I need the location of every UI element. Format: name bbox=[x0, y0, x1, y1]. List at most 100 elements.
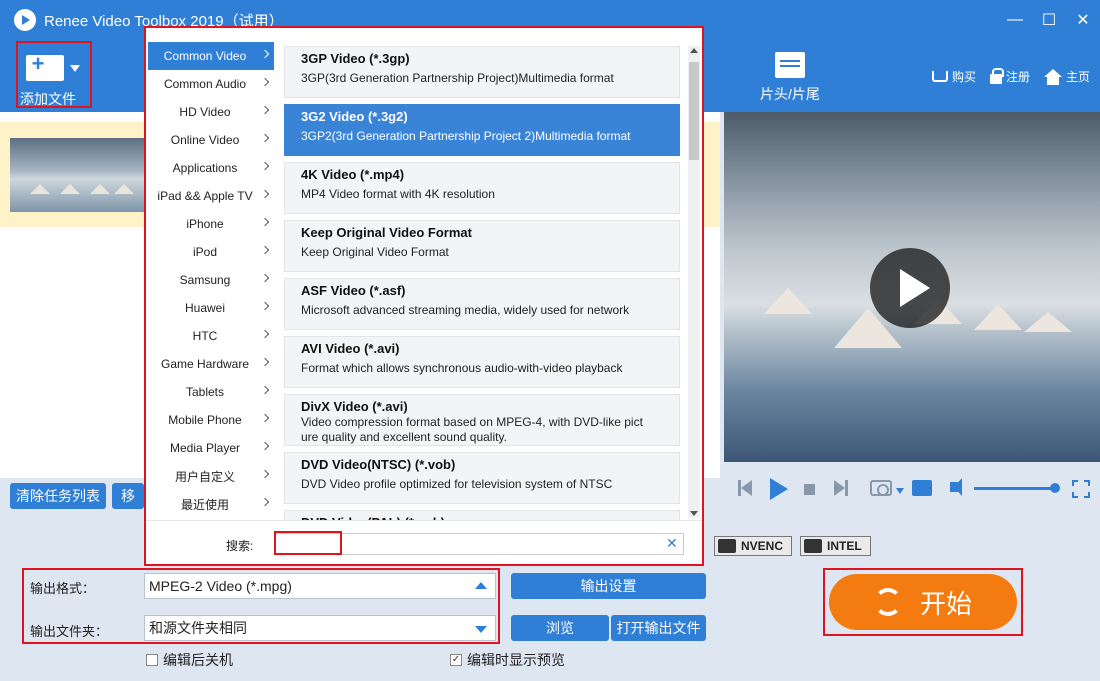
category-item[interactable]: Game Hardware bbox=[148, 350, 274, 378]
film-add-icon bbox=[26, 51, 64, 81]
format-option[interactable]: DVD Video(NTSC) (*.vob) DVD Video profile… bbox=[284, 452, 680, 504]
format-option[interactable]: Keep Original Video Format Keep Original … bbox=[284, 220, 680, 272]
nvenc-badge: NVENC bbox=[714, 536, 793, 556]
checkbox-box[interactable]: ✓ bbox=[450, 654, 462, 666]
category-item[interactable]: HTC bbox=[148, 322, 274, 350]
category-item[interactable]: Huawei bbox=[148, 294, 274, 322]
format-option-description: MP4 Video format with 4K resolution bbox=[301, 187, 495, 201]
intro-outro-button[interactable]: 片头/片尾 bbox=[750, 52, 830, 108]
output-format-label: 输出格式： bbox=[30, 581, 96, 596]
minimize-button[interactable]: — bbox=[998, 0, 1032, 40]
format-option-description: Format which allows synchronous audio-wi… bbox=[301, 361, 623, 375]
category-item[interactable]: Common Video bbox=[148, 42, 274, 70]
folder-icon[interactable] bbox=[912, 480, 932, 496]
checkbox-box[interactable] bbox=[146, 654, 158, 666]
category-item[interactable]: Tablets bbox=[148, 378, 274, 406]
chevron-right-icon bbox=[260, 161, 270, 171]
video-preview[interactable] bbox=[724, 112, 1100, 462]
chevron-down-icon[interactable] bbox=[70, 65, 80, 72]
previous-icon[interactable] bbox=[738, 480, 752, 496]
shutdown-after-edit-label: 编辑后关机 bbox=[163, 652, 233, 668]
category-item[interactable]: Common Audio bbox=[148, 70, 274, 98]
category-label: iPod bbox=[192, 245, 218, 259]
format-option-description: 3GP(3rd Generation Partnership Project)M… bbox=[301, 71, 614, 85]
scroll-down-icon[interactable] bbox=[690, 511, 698, 516]
volume-slider[interactable] bbox=[974, 487, 1054, 490]
intro-outro-icon bbox=[775, 52, 805, 78]
category-item[interactable]: Samsung bbox=[148, 266, 274, 294]
close-icon[interactable]: ✕ bbox=[666, 535, 678, 552]
format-option[interactable]: DivX Video (*.avi) Video compression form… bbox=[284, 394, 680, 446]
category-item[interactable]: iPod bbox=[148, 238, 274, 266]
next-icon[interactable] bbox=[834, 480, 848, 496]
category-label: Applications bbox=[172, 161, 238, 175]
stop-icon[interactable] bbox=[804, 484, 815, 495]
chevron-right-icon bbox=[260, 77, 270, 87]
format-list: 3GP Video (*.3gp) 3GP(3rd Generation Part… bbox=[284, 46, 680, 520]
format-option-title: Keep Original Video Format bbox=[301, 225, 472, 240]
browse-button[interactable]: 浏览 bbox=[511, 615, 609, 641]
start-label: 开始 bbox=[919, 588, 972, 619]
camera-icon[interactable] bbox=[870, 480, 892, 496]
format-option[interactable]: ASF Video (*.asf) Microsoft advanced stre… bbox=[284, 278, 680, 330]
volume-icon[interactable] bbox=[950, 478, 962, 496]
chevron-up-icon[interactable] bbox=[475, 582, 487, 589]
add-file-button[interactable]: 添加文件 bbox=[16, 41, 92, 108]
category-label: Online Video bbox=[170, 133, 240, 147]
chevron-down-icon[interactable] bbox=[475, 626, 487, 633]
format-option[interactable]: 3G2 Video (*.3g2) 3GP2(3rd Generation Par… bbox=[284, 104, 680, 156]
format-option-title: ASF Video (*.asf) bbox=[301, 283, 406, 298]
scrollbar-thumb[interactable] bbox=[689, 62, 699, 160]
output-settings-button[interactable]: 输出设置 bbox=[511, 573, 706, 599]
format-option-title: AVI Video (*.avi) bbox=[301, 341, 400, 356]
format-option[interactable]: DVD Video(PAL) (*.vob) bbox=[284, 510, 680, 520]
format-search-row: 搜索: ✕ bbox=[146, 520, 702, 564]
chevron-right-icon bbox=[260, 189, 270, 199]
shutdown-after-edit-checkbox[interactable]: 编辑后关机 bbox=[146, 650, 233, 670]
category-item[interactable]: Mobile Phone bbox=[148, 406, 274, 434]
category-item[interactable]: iPad && Apple TV bbox=[148, 182, 274, 210]
home-link[interactable]: 主页 bbox=[1043, 68, 1090, 85]
clear-task-list-button[interactable]: 清除任务列表 bbox=[10, 483, 106, 509]
category-label: Mobile Phone bbox=[168, 413, 242, 427]
fullscreen-icon[interactable] bbox=[1072, 480, 1090, 498]
chevron-down-icon[interactable] bbox=[896, 488, 904, 494]
format-list-scrollbar[interactable] bbox=[688, 46, 700, 518]
maximize-button[interactable]: ☐ bbox=[1032, 0, 1066, 40]
play-icon[interactable] bbox=[770, 478, 788, 500]
open-output-folder-button[interactable]: 打开输出文件 bbox=[611, 615, 706, 641]
start-button[interactable]: 开始 bbox=[829, 574, 1017, 630]
play-overlay-icon[interactable] bbox=[870, 248, 950, 328]
category-item[interactable]: 最近使用 bbox=[148, 490, 274, 518]
close-button[interactable]: ✕ bbox=[1066, 0, 1100, 40]
chevron-right-icon bbox=[260, 497, 270, 507]
video-thumbnail bbox=[10, 138, 146, 212]
format-option[interactable]: 3GP Video (*.3gp) 3GP(3rd Generation Part… bbox=[284, 46, 680, 98]
category-item[interactable]: HD Video bbox=[148, 98, 274, 126]
output-format-select[interactable]: MPEG-2 Video (*.mpg) bbox=[144, 573, 496, 599]
category-label: Common Video bbox=[163, 49, 247, 63]
buy-link[interactable]: 购买 bbox=[931, 68, 976, 85]
category-item[interactable]: iPhone bbox=[148, 210, 274, 238]
show-preview-checkbox[interactable]: ✓ 编辑时显示预览 bbox=[450, 650, 565, 670]
volume-slider-handle[interactable] bbox=[1050, 483, 1060, 493]
chevron-right-icon bbox=[260, 105, 270, 115]
category-label: 用户自定义 bbox=[174, 469, 235, 484]
category-item[interactable]: 用户自定义 bbox=[148, 462, 274, 490]
category-label: 最近使用 bbox=[180, 497, 229, 512]
format-option[interactable]: 4K Video (*.mp4) MP4 Video format with 4K… bbox=[284, 162, 680, 214]
refresh-icon bbox=[873, 588, 902, 616]
cart-icon bbox=[931, 71, 948, 82]
move-button[interactable]: 移 bbox=[112, 483, 144, 509]
category-item[interactable]: Applications bbox=[148, 154, 274, 182]
format-option-description: Keep Original Video Format bbox=[301, 245, 449, 259]
output-folder-select[interactable]: 和源文件夹相同 bbox=[144, 615, 496, 641]
scroll-up-icon[interactable] bbox=[690, 48, 698, 53]
category-item[interactable]: Online Video bbox=[148, 126, 274, 154]
format-option[interactable]: AVI Video (*.avi) Format which allows syn… bbox=[284, 336, 680, 388]
register-link[interactable]: 注册 bbox=[989, 67, 1030, 85]
category-label: Samsung bbox=[179, 273, 231, 287]
category-label: Media Player bbox=[169, 441, 241, 455]
category-item[interactable]: Media Player bbox=[148, 434, 274, 462]
output-folder-label: 输出文件夹： bbox=[30, 624, 109, 639]
